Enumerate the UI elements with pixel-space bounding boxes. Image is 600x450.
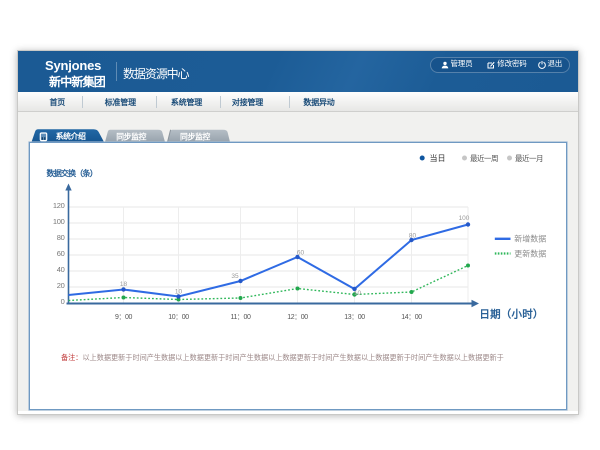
svg-text:35: 35 (231, 273, 239, 280)
svg-text:10: 10 (174, 289, 182, 296)
svg-text:日期（小时）: 日期（小时） (479, 308, 543, 321)
svg-text:同步监控: 同步监控 (180, 132, 210, 142)
svg-text:60: 60 (56, 249, 64, 258)
svg-text:数据交换（条）: 数据交换（条） (46, 168, 96, 178)
svg-text:0: 0 (60, 297, 64, 306)
svg-text:100: 100 (458, 215, 469, 222)
svg-text:13：00: 13：00 (344, 314, 365, 321)
svg-text:20: 20 (56, 281, 64, 290)
svg-text:最近一周: 最近一周 (470, 153, 498, 163)
svg-text:新增数据: 新增数据 (514, 234, 546, 244)
svg-text:更新数据: 更新数据 (514, 248, 546, 258)
svg-text:14：00: 14：00 (401, 314, 422, 321)
svg-text:系统介绍: 系统介绍 (56, 131, 86, 141)
svg-text:12：00: 12：00 (287, 314, 308, 321)
svg-text:10：00: 10：00 (168, 314, 189, 321)
svg-text:最近一月: 最近一月 (515, 153, 543, 163)
svg-text:同步监控: 同步监控 (116, 132, 146, 142)
svg-text:11：00: 11：00 (230, 314, 251, 321)
svg-text:120: 120 (52, 201, 64, 210)
svg-text:当日: 当日 (429, 153, 445, 163)
svg-text:80: 80 (56, 233, 64, 242)
svg-text:100: 100 (52, 217, 64, 226)
svg-text:10: 10 (353, 290, 361, 297)
svg-text:80: 80 (408, 233, 416, 240)
svg-text:60: 60 (296, 250, 304, 257)
svg-text:40: 40 (56, 265, 64, 274)
svg-text:18: 18 (119, 281, 127, 288)
svg-text:9：00: 9：00 (114, 314, 132, 321)
svg-text:备注：以上数据更新于时间产生数据以上数据更新于时间产生数据以: 备注：以上数据更新于时间产生数据以上数据更新于时间产生数据以上数据更新于时间产生… (61, 353, 504, 362)
